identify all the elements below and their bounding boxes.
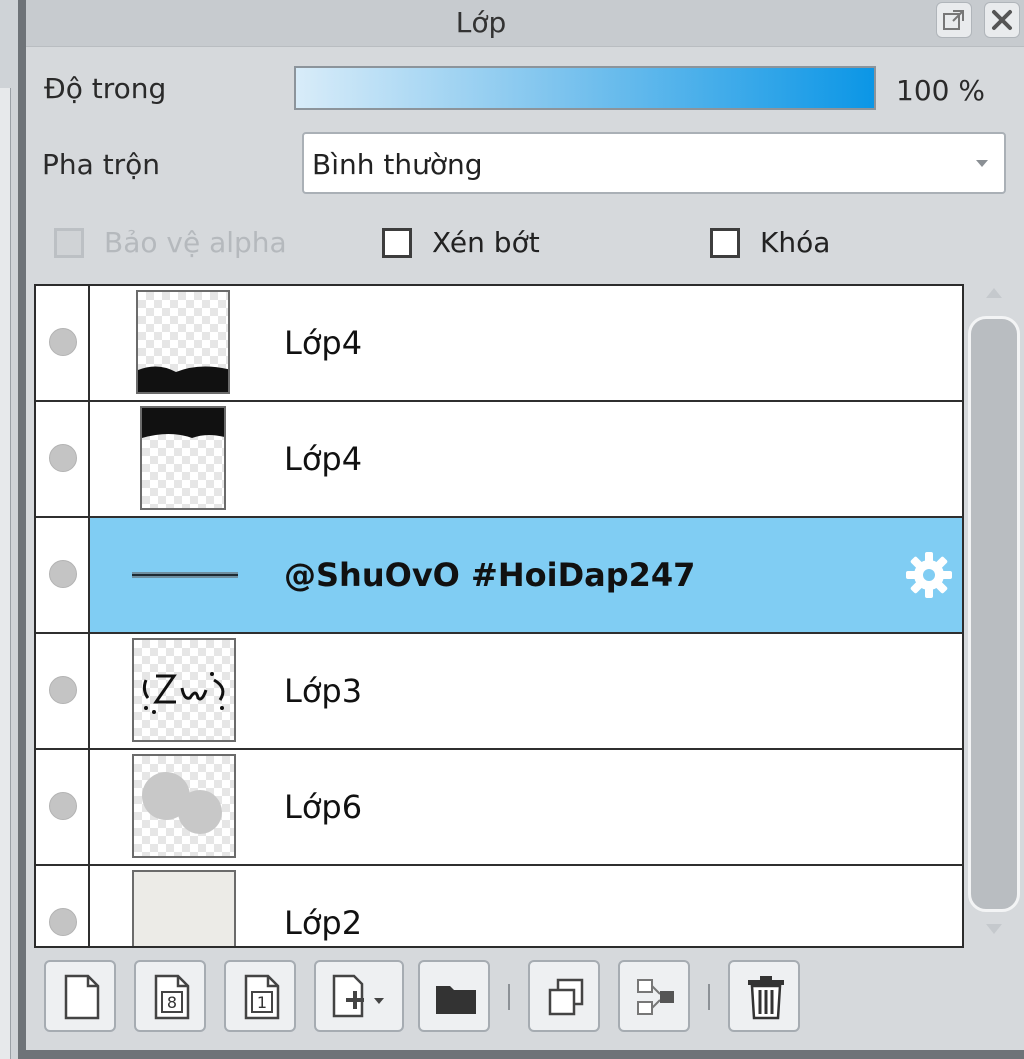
protect-alpha-checkbox[interactable] <box>54 228 84 258</box>
lock-checkbox[interactable] <box>710 228 740 258</box>
layer-name: @ShuOvO #HoiDap247 <box>284 556 696 594</box>
scroll-up-icon[interactable] <box>986 288 1002 298</box>
close-button[interactable] <box>984 2 1020 38</box>
left-panel-edge <box>0 0 26 1059</box>
merge-down-button[interactable] <box>618 960 690 1032</box>
scroll-thumb[interactable] <box>968 316 1020 912</box>
visibility-dot-icon <box>49 328 77 356</box>
visibility-toggle[interactable] <box>36 750 90 864</box>
opacity-value: 100 % <box>896 74 985 107</box>
layer-thumbnail <box>136 290 230 394</box>
delete-layer-button[interactable] <box>728 960 800 1032</box>
opacity-label: Độ trong <box>44 72 167 105</box>
layer-name: Lớp2 <box>284 904 363 942</box>
scroll-down-icon[interactable] <box>986 924 1002 934</box>
blend-mode-value: Bình thường <box>312 148 483 181</box>
layer-name: Lớp4 <box>284 324 363 362</box>
add-layer-dropdown-icon <box>332 974 384 1018</box>
popout-icon <box>943 10 964 30</box>
visibility-dot-icon <box>49 676 77 704</box>
layer-row[interactable]: Lớp2 <box>36 866 962 946</box>
opacity-slider[interactable] <box>294 66 876 110</box>
blend-mode-label: Pha trộn <box>42 148 161 181</box>
folder-icon <box>436 986 476 1014</box>
new-1bit-layer-button[interactable]: 1 <box>224 960 296 1032</box>
lock-label: Khóa <box>760 226 831 259</box>
layer-row-selected[interactable]: @ShuOvO #HoiDap247 <box>36 518 962 634</box>
blend-mode-select[interactable]: Bình thường <box>302 132 1006 194</box>
layer-thumbnail <box>132 754 236 858</box>
gear-icon[interactable] <box>902 548 956 602</box>
layer-row[interactable]: Lớp4 <box>36 402 962 518</box>
duplicate-layer-button[interactable] <box>528 960 600 1032</box>
layer-list: Lớp4 Lớp4 @ShuOvO #HoiDap247 Lớp3 Lớp6 L… <box>34 284 964 948</box>
svg-text:1: 1 <box>257 993 267 1012</box>
layer-list-scrollbar[interactable] <box>964 284 1024 948</box>
new-layer-icon <box>64 974 100 1020</box>
popout-button[interactable] <box>936 2 972 38</box>
panel-title: Lớp <box>455 6 507 39</box>
new-8bit-layer-icon: 8 <box>154 974 190 1020</box>
layer-row[interactable]: Lớp6 <box>36 750 962 866</box>
visibility-toggle[interactable] <box>36 866 90 946</box>
add-layer-dropdown-button[interactable] <box>314 960 404 1032</box>
layer-name: Lớp6 <box>284 788 363 826</box>
layer-row[interactable]: Lớp3 <box>36 634 962 750</box>
close-icon <box>992 10 1012 30</box>
new-folder-button[interactable] <box>418 960 490 1032</box>
layer-panel: Lớp Độ trong 100 % Pha trộn Bình thường … <box>26 0 1024 1059</box>
new-1bit-layer-icon: 1 <box>244 974 280 1020</box>
trash-icon <box>748 976 784 1020</box>
panel-bottom-border <box>26 1050 1024 1059</box>
layer-thumbnail <box>132 870 236 946</box>
clipping-checkbox[interactable] <box>382 228 412 258</box>
protect-alpha-label: Bảo vệ alpha <box>104 226 287 259</box>
visibility-toggle[interactable] <box>36 402 90 516</box>
visibility-dot-icon <box>49 560 77 588</box>
merge-down-icon <box>637 979 674 1015</box>
svg-text:8: 8 <box>167 993 177 1012</box>
layer-row[interactable]: Lớp4 <box>36 286 962 402</box>
visibility-toggle[interactable] <box>36 634 90 748</box>
toolbar-separator <box>708 984 710 1010</box>
splitter[interactable] <box>18 0 26 1059</box>
visibility-toggle[interactable] <box>36 286 90 400</box>
visibility-toggle[interactable] <box>36 518 90 632</box>
layer-thumbnail <box>140 406 226 510</box>
visibility-dot-icon <box>49 792 77 820</box>
layer-thumbnail <box>132 638 236 742</box>
duplicate-layer-icon <box>548 978 584 1016</box>
visibility-dot-icon <box>49 908 77 936</box>
new-8bit-layer-button[interactable]: 8 <box>134 960 206 1032</box>
layer-name: Lớp3 <box>284 672 363 710</box>
chevron-down-icon <box>976 160 988 167</box>
panel-titlebar[interactable]: Lớp <box>26 0 1024 47</box>
clipping-label: Xén bớt <box>432 226 540 259</box>
layer-name: Lớp4 <box>284 440 363 478</box>
visibility-dot-icon <box>49 444 77 472</box>
toolbar-separator <box>508 984 510 1010</box>
layer-toolbar: 8 1 <box>34 950 1024 1050</box>
new-layer-button[interactable] <box>44 960 116 1032</box>
left-panel-content <box>0 88 11 1059</box>
text-layer-thumbnail <box>132 572 238 578</box>
